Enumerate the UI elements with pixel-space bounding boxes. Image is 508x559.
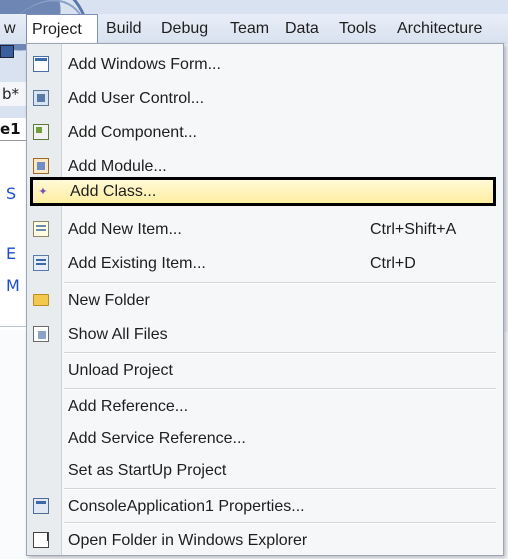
menu-item-open-folder-in-explorer[interactable]: Open Folder in Windows Explorer — [28, 524, 500, 557]
menu-item-label: ConsoleApplication1 Properties... — [68, 498, 305, 515]
menu-item-label: New Folder — [68, 292, 150, 309]
open-folder-icon — [33, 532, 49, 548]
menu-item-label: Add User Control... — [68, 90, 205, 107]
menu-item-label: Add Service Reference... — [68, 430, 246, 447]
menu-item-label: Add New Item... — [68, 221, 182, 238]
show-all-files-icon — [33, 326, 49, 342]
menu-item-add-component[interactable]: Add Component... — [28, 116, 500, 149]
menu-item-new-folder[interactable]: New Folder — [28, 284, 500, 317]
existing-item-icon — [33, 255, 49, 271]
class-icon: ✦ — [38, 186, 48, 198]
menu-item-unload-project[interactable]: Unload Project — [28, 354, 500, 387]
menu-item-label: Unload Project — [68, 362, 173, 379]
menu-item-label: Add Existing Item... — [68, 255, 206, 272]
menu-architecture[interactable]: Architecture — [397, 14, 482, 44]
menu-item-label: Show All Files — [68, 326, 168, 343]
component-icon — [33, 124, 49, 140]
project-menu-dropdown: Add Windows Form... Add User Control... … — [26, 43, 504, 556]
menu-debug[interactable]: Debug — [161, 14, 208, 44]
menu-item-add-user-control[interactable]: Add User Control... — [28, 82, 500, 115]
save-icon[interactable] — [0, 45, 14, 58]
menu-item-label: Set as StartUp Project — [68, 462, 227, 479]
menu-item-set-as-startup-project[interactable]: Set as StartUp Project — [28, 454, 500, 487]
menu-item-add-service-reference[interactable]: Add Service Reference... — [28, 422, 500, 455]
menu-item-add-reference[interactable]: Add Reference... — [28, 390, 500, 423]
menu-item-label: Add Reference... — [68, 398, 189, 415]
menu-item-label: Add Windows Form... — [68, 56, 221, 73]
menu-item-add-existing-item[interactable]: Add Existing Item... Ctrl+D — [28, 247, 500, 280]
shortcut-label: Ctrl+Shift+A — [370, 221, 457, 238]
menu-item-properties[interactable]: ConsoleApplication1 Properties... — [28, 490, 500, 523]
start-page-link[interactable]: E — [6, 244, 16, 263]
menu-item-show-all-files[interactable]: Show All Files — [28, 318, 500, 351]
menu-item-label: Add Class... — [70, 183, 157, 200]
menu-item-label: Open Folder in Windows Explorer — [68, 532, 308, 549]
user-control-icon — [33, 90, 49, 106]
menu-team[interactable]: Team — [230, 14, 269, 44]
menu-build[interactable]: Build — [106, 14, 142, 44]
menu-bar: w Project Build Debug Team Data Tools Ar… — [0, 14, 508, 44]
new-item-icon — [33, 221, 49, 237]
menu-project[interactable]: Project — [26, 14, 98, 44]
menu-item-add-class[interactable]: ✦ Add Class... — [30, 177, 496, 206]
start-page-link[interactable]: M — [6, 276, 20, 295]
start-page-link[interactable]: S — [6, 184, 16, 203]
menu-data[interactable]: Data — [285, 14, 319, 44]
windows-form-icon — [33, 56, 49, 72]
menu-item-add-new-item[interactable]: Add New Item... Ctrl+Shift+A — [28, 213, 500, 246]
folder-icon — [33, 294, 49, 306]
menu-tools[interactable]: Tools — [339, 14, 376, 44]
properties-icon — [33, 498, 49, 514]
menu-item-add-windows-form[interactable]: Add Windows Form... — [28, 48, 500, 81]
shortcut-label: Ctrl+D — [370, 255, 416, 272]
menu-item-label: Add Component... — [68, 124, 197, 141]
module-icon — [33, 158, 49, 174]
